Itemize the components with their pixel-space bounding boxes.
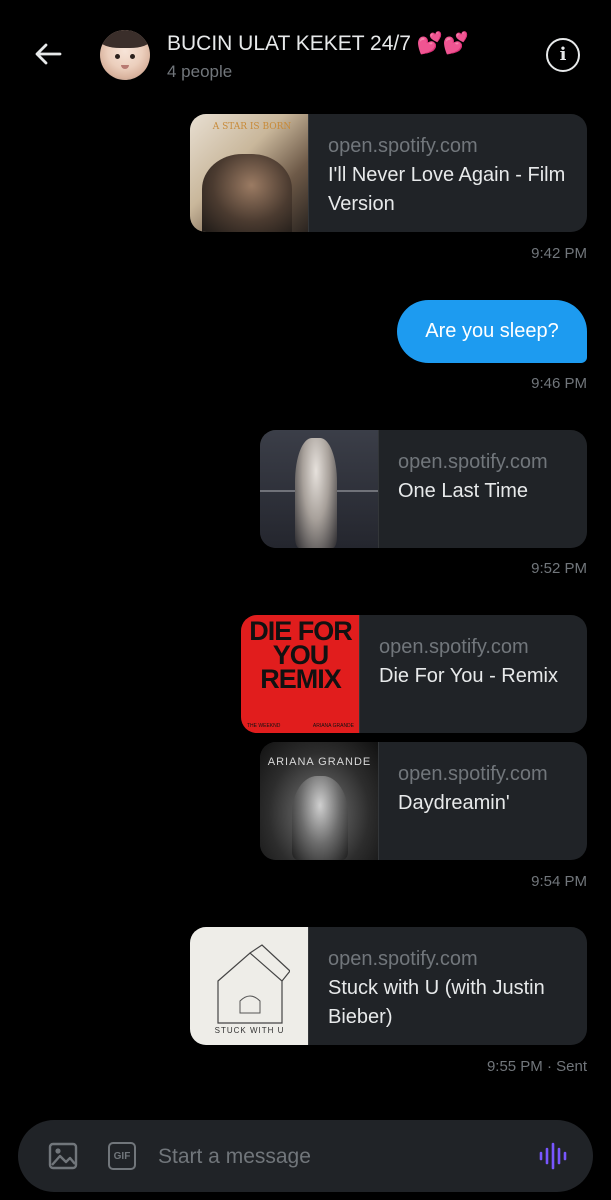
link-domain: open.spotify.com [328,948,478,970]
album-art: ARIANA GRANDE [260,742,379,860]
message-composer: GIF [18,1120,593,1192]
album-art [260,430,379,548]
message-timestamp: 9:55 PM · Sent [486,1058,587,1075]
info-button[interactable]: i [546,38,580,72]
link-title: Daydreamin' [398,792,510,814]
add-media-button[interactable] [48,1142,78,1170]
link-meta: open.spotify.com One Last Time [379,430,566,548]
link-title: Die For You - Remix [379,665,558,687]
gif-button[interactable]: GIF [108,1142,136,1170]
conversation-title[interactable]: BUCIN ULAT KEKET 24/7 💕💕 [167,32,469,56]
album-art: DIE FOR YOU REMIX THE WEEKND ARIANA GRAN… [241,615,360,733]
link-domain: open.spotify.com [398,451,548,473]
link-meta: open.spotify.com I'll Never Love Again -… [309,114,587,232]
participant-count: 4 people [167,62,233,81]
voice-message-button[interactable] [538,1142,568,1170]
sent-message-bubble[interactable]: Are you sleep? [397,300,587,363]
back-arrow-icon [35,43,62,65]
image-icon [48,1142,78,1170]
info-icon: i [559,44,567,65]
link-title: One Last Time [398,480,529,502]
message-input[interactable] [158,1140,518,1174]
group-avatar[interactable] [100,30,150,80]
house-drawing [217,944,290,1024]
album-art: A STAR IS BORN [190,114,309,232]
spotify-link-card[interactable]: A STAR IS BORN open.spotify.com I'll Nev… [190,114,587,232]
message-timestamp: 9:54 PM [531,873,587,890]
message-timestamp: 9:42 PM [531,245,587,262]
link-meta: open.spotify.com Stuck with U (with Just… [309,927,587,1045]
spotify-link-card[interactable]: DIE FOR YOU REMIX THE WEEKND ARIANA GRAN… [241,615,587,733]
message-timestamp: 9:52 PM [531,560,587,577]
spotify-link-card[interactable]: open.spotify.com One Last Time [260,430,587,548]
back-button[interactable] [30,36,66,72]
link-title: Stuck with U (with Justin Bieber) [328,977,545,1028]
album-art: STUCK WITH U [190,927,309,1045]
link-domain: open.spotify.com [328,135,478,157]
link-title: I'll Never Love Again - Film Version [328,164,566,215]
link-meta: open.spotify.com Daydreamin' [379,742,566,860]
link-domain: open.spotify.com [398,763,548,785]
conversation-header: BUCIN ULAT KEKET 24/7 💕💕 4 people i [0,0,611,104]
gif-icon: GIF [113,1150,131,1162]
link-meta: open.spotify.com Die For You - Remix [360,615,576,733]
voice-wave-icon [539,1142,567,1170]
spotify-link-card[interactable]: STUCK WITH U open.spotify.com Stuck with… [190,927,587,1045]
spotify-link-card[interactable]: ARIANA GRANDE open.spotify.com Daydreami… [260,742,587,860]
link-domain: open.spotify.com [379,636,529,658]
message-timestamp: 9:46 PM [531,375,587,392]
